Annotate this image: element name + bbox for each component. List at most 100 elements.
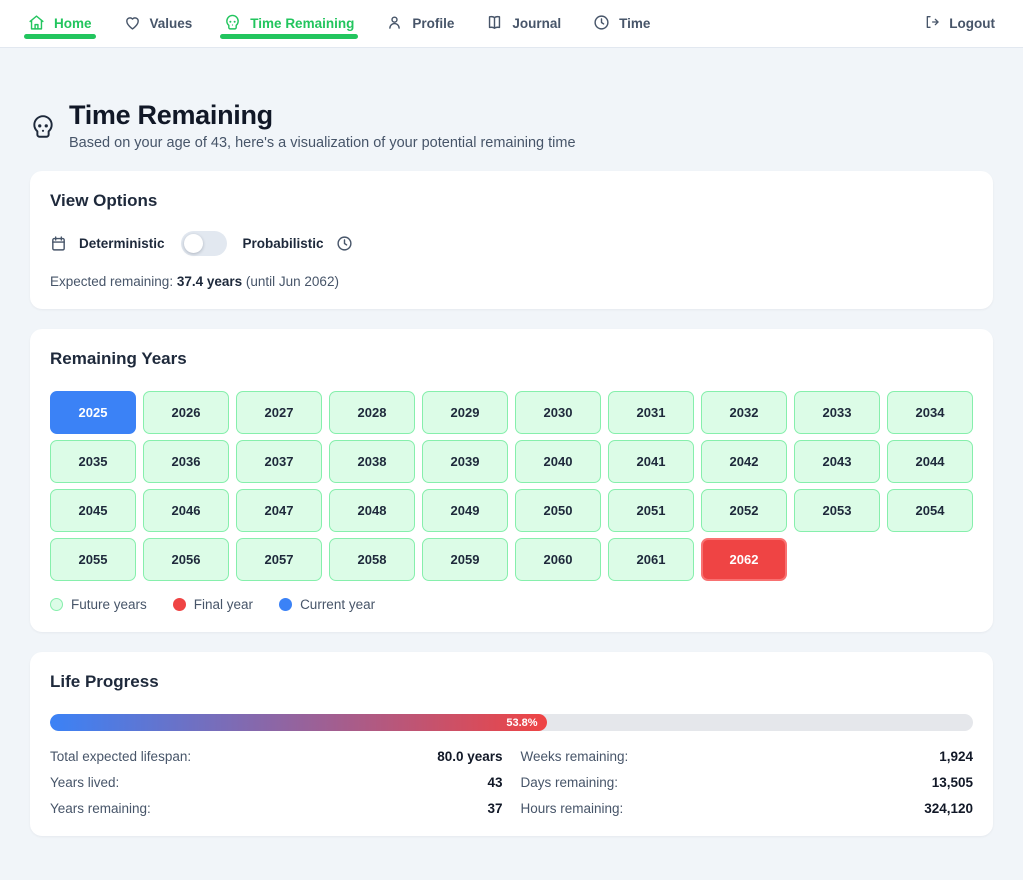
year-button-2040[interactable]: 2040 [515, 440, 601, 483]
stat-row-lifespan: Total expected lifespan: 80.0 years [50, 749, 503, 764]
year-button-2039[interactable]: 2039 [422, 440, 508, 483]
year-button-2059[interactable]: 2059 [422, 538, 508, 581]
expected-suffix: (until Jun 2062) [242, 274, 339, 289]
nav-item-values[interactable]: Values [124, 0, 193, 48]
legend-label: Final year [194, 597, 253, 612]
nav-item-label: Time [619, 16, 650, 31]
year-button-2061[interactable]: 2061 [608, 538, 694, 581]
year-button-2055[interactable]: 2055 [50, 538, 136, 581]
progress-percent-label: 53.8% [506, 717, 537, 729]
stat-label: Years remaining: [50, 801, 151, 816]
nav-item-label: Profile [412, 16, 454, 31]
home-icon [28, 14, 45, 34]
year-legend: Future years Final year Current year [50, 597, 973, 612]
stat-label: Total expected lifespan: [50, 749, 191, 764]
person-icon [386, 14, 403, 34]
nav-items: Home Values Time Remaining Profile Journ… [28, 0, 650, 48]
year-button-2049[interactable]: 2049 [422, 489, 508, 532]
year-button-2037[interactable]: 2037 [236, 440, 322, 483]
page-subtitle: Based on your age of 43, here's a visual… [69, 135, 576, 151]
year-button-2028[interactable]: 2028 [329, 391, 415, 434]
stat-value: 43 [487, 775, 502, 790]
legend-item-future: Future years [50, 597, 147, 612]
year-button-2053[interactable]: 2053 [794, 489, 880, 532]
year-button-2052[interactable]: 2052 [701, 489, 787, 532]
expected-value: 37.4 years [177, 274, 242, 289]
logout-label: Logout [949, 16, 995, 31]
stat-row-days: Days remaining: 13,505 [521, 775, 974, 790]
year-button-2050[interactable]: 2050 [515, 489, 601, 532]
nav-item-label: Values [150, 16, 193, 31]
remaining-years-card: Remaining Years 202520262027202820292030… [30, 329, 993, 632]
logout-icon [924, 14, 940, 33]
top-nav: Home Values Time Remaining Profile Journ… [0, 0, 1023, 48]
stat-row-hours: Hours remaining: 324,120 [521, 801, 974, 816]
progress-fill: 53.8% [50, 714, 547, 731]
view-options-heading: View Options [50, 191, 973, 211]
year-button-2038[interactable]: 2038 [329, 440, 415, 483]
life-progress-heading: Life Progress [50, 672, 973, 692]
year-grid: 2025202620272028202920302031203220332034… [50, 391, 973, 581]
stat-value: 80.0 years [437, 749, 502, 764]
life-progress-track: 53.8% [50, 714, 973, 731]
page-title: Time Remaining [69, 100, 576, 131]
probabilistic-label: Probabilistic [243, 236, 324, 251]
page-header-text: Time Remaining Based on your age of 43, … [69, 100, 576, 151]
year-button-2048[interactable]: 2048 [329, 489, 415, 532]
expected-prefix: Expected remaining: [50, 274, 177, 289]
year-button-2032[interactable]: 2032 [701, 391, 787, 434]
year-button-2044[interactable]: 2044 [887, 440, 973, 483]
page-header: Time Remaining Based on your age of 43, … [30, 100, 993, 151]
legend-item-final: Final year [173, 597, 253, 612]
year-button-2057[interactable]: 2057 [236, 538, 322, 581]
future-years-swatch [50, 598, 63, 611]
year-button-2034[interactable]: 2034 [887, 391, 973, 434]
year-button-2056[interactable]: 2056 [143, 538, 229, 581]
year-button-2035[interactable]: 2035 [50, 440, 136, 483]
year-button-2025[interactable]: 2025 [50, 391, 136, 434]
stat-row-weeks: Weeks remaining: 1,924 [521, 749, 974, 764]
year-button-2036[interactable]: 2036 [143, 440, 229, 483]
year-button-2060[interactable]: 2060 [515, 538, 601, 581]
year-button-2030[interactable]: 2030 [515, 391, 601, 434]
stat-label: Days remaining: [521, 775, 619, 790]
life-stats: Total expected lifespan: 80.0 years Week… [50, 749, 973, 816]
year-button-2051[interactable]: 2051 [608, 489, 694, 532]
year-button-2031[interactable]: 2031 [608, 391, 694, 434]
nav-item-time[interactable]: Time [593, 0, 650, 48]
heart-icon [124, 14, 141, 34]
year-button-2026[interactable]: 2026 [143, 391, 229, 434]
stat-label: Hours remaining: [521, 801, 624, 816]
year-button-2058[interactable]: 2058 [329, 538, 415, 581]
book-icon [486, 14, 503, 34]
calendar-icon [50, 235, 67, 252]
year-button-2042[interactable]: 2042 [701, 440, 787, 483]
life-progress-card: Life Progress 53.8% Total expected lifes… [30, 652, 993, 836]
year-button-2041[interactable]: 2041 [608, 440, 694, 483]
nav-item-time-remaining[interactable]: Time Remaining [224, 0, 354, 48]
year-button-2027[interactable]: 2027 [236, 391, 322, 434]
nav-item-profile[interactable]: Profile [386, 0, 454, 48]
year-button-2046[interactable]: 2046 [143, 489, 229, 532]
view-mode-toggle[interactable] [181, 231, 227, 256]
year-button-2062[interactable]: 2062 [701, 538, 787, 581]
year-button-2029[interactable]: 2029 [422, 391, 508, 434]
stat-row-years-lived: Years lived: 43 [50, 775, 503, 790]
stat-value: 1,924 [939, 749, 973, 764]
year-button-2047[interactable]: 2047 [236, 489, 322, 532]
page-content: Time Remaining Based on your age of 43, … [0, 100, 1023, 836]
year-button-2054[interactable]: 2054 [887, 489, 973, 532]
nav-item-label: Home [54, 16, 92, 31]
nav-item-journal[interactable]: Journal [486, 0, 561, 48]
year-button-2043[interactable]: 2043 [794, 440, 880, 483]
stat-label: Weeks remaining: [521, 749, 629, 764]
year-button-2045[interactable]: 2045 [50, 489, 136, 532]
stat-value: 324,120 [924, 801, 973, 816]
toggle-row: Deterministic Probabilistic [50, 231, 973, 256]
final-year-swatch [173, 598, 186, 611]
legend-item-current: Current year [279, 597, 375, 612]
nav-item-home[interactable]: Home [28, 0, 92, 48]
expected-remaining-text: Expected remaining: 37.4 years (until Ju… [50, 274, 973, 289]
year-button-2033[interactable]: 2033 [794, 391, 880, 434]
logout-button[interactable]: Logout [924, 14, 995, 33]
